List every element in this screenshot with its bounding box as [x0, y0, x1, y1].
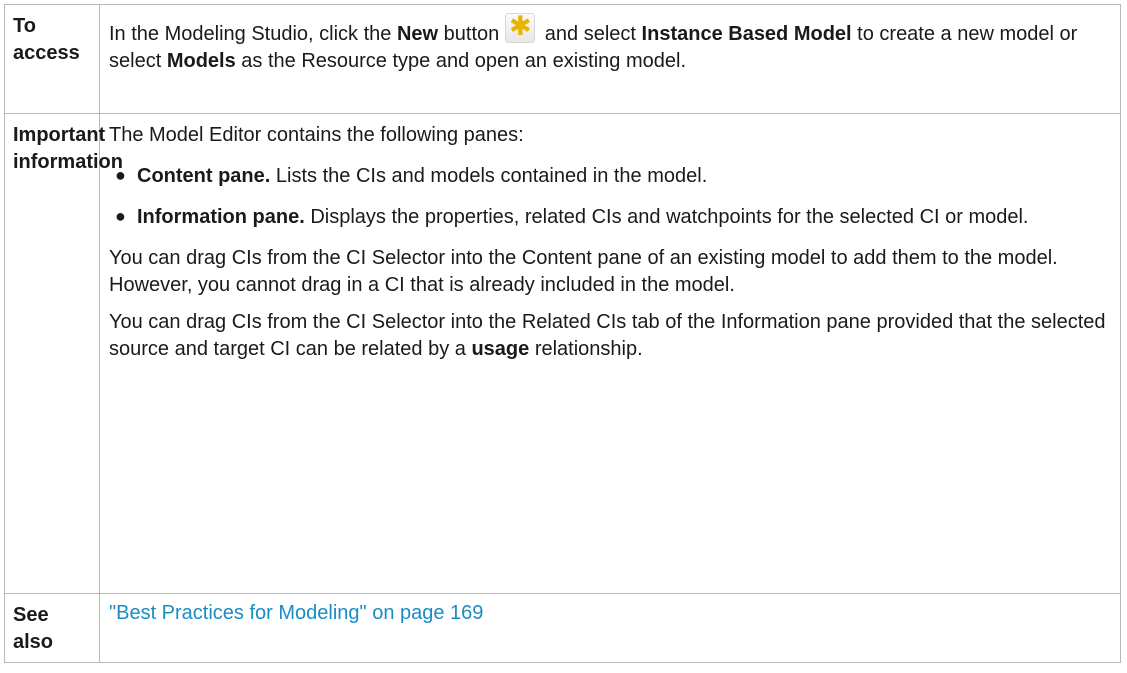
pane-description: Displays the properties, related CIs and…: [304, 206, 1029, 228]
panes-list: ● Content pane. Lists the CIs and models …: [109, 163, 1108, 231]
instance-based-model-term: Instance Based Model: [641, 23, 852, 45]
pane-title: Information pane.: [137, 206, 305, 228]
new-term: New: [396, 23, 439, 45]
label-see-also: See also: [4, 593, 100, 663]
drag-related-text-2: relationship.: [529, 338, 643, 360]
access-text-2: button: [438, 23, 500, 45]
best-practices-link[interactable]: "Best Practices for Modeling" on page 16…: [109, 602, 483, 624]
list-item-content-pane: ● Content pane. Lists the CIs and models …: [109, 163, 1108, 190]
access-content: In the Modeling Studio, click the New bu…: [99, 4, 1121, 114]
table-row-important: Important information The Model Editor c…: [4, 113, 1121, 594]
access-text-1: In the Modeling Studio, click the: [109, 23, 397, 45]
bullet-icon: ●: [115, 206, 126, 226]
access-text: In the Modeling Studio, click the New bu…: [109, 12, 1108, 75]
usage-term: usage: [471, 338, 530, 360]
list-item-information-pane: ● Information pane. Displays the properti…: [109, 204, 1108, 231]
table-row-access: To access In the Modeling Studio, click …: [4, 4, 1121, 114]
pane-description: Lists the CIs and models contained in th…: [270, 165, 708, 187]
access-text-3: and select: [539, 23, 642, 45]
access-text-5: as the Resource type and open an existin…: [235, 50, 687, 72]
label-to-access: To access: [4, 4, 100, 114]
label-important-information: Important information: [4, 113, 123, 594]
important-content: The Model Editor contains the following …: [99, 113, 1121, 594]
new-star-icon: ✱: [505, 12, 536, 43]
see-also-content: "Best Practices for Modeling" on page 16…: [99, 593, 1121, 663]
drag-content-paragraph: You can drag CIs from the CI Selector in…: [109, 247, 1058, 296]
table-row-see-also: See also "Best Practices for Modeling" o…: [4, 593, 1121, 663]
models-term: Models: [166, 50, 236, 72]
info-table: To access In the Modeling Studio, click …: [4, 4, 1121, 663]
pane-title: Content pane.: [137, 165, 271, 187]
panes-intro: The Model Editor contains the following …: [109, 124, 524, 146]
bullet-icon: ●: [115, 165, 126, 185]
drag-related-paragraph: You can drag CIs from the CI Selector in…: [109, 309, 1108, 363]
